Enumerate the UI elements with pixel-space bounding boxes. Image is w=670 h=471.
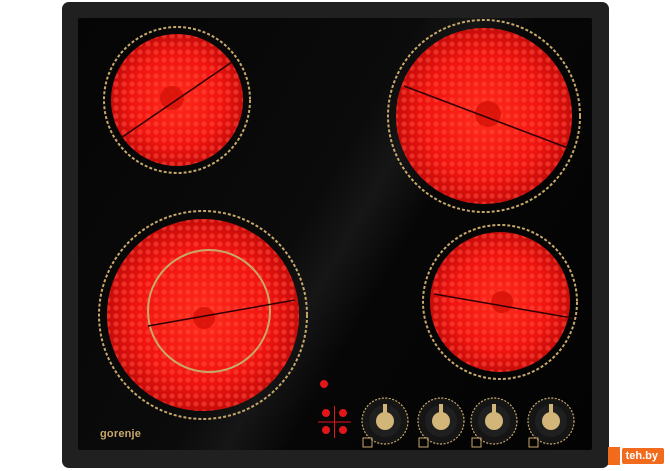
cooking-zone-front-left-dual xyxy=(98,210,308,420)
cooking-zone-front-right xyxy=(422,224,578,380)
rotary-knob-3[interactable] xyxy=(470,397,518,448)
cooking-zone-rear-right xyxy=(387,19,581,213)
rotary-knob-2[interactable] xyxy=(417,397,465,448)
hot-surface-indicator-icon xyxy=(320,380,328,388)
brand-logo: gorenje xyxy=(100,428,142,440)
site-watermark: teh.by xyxy=(607,447,664,465)
four-dot-zone-indicator-icon xyxy=(318,406,351,438)
rotary-knob-1[interactable] xyxy=(361,397,409,448)
watermark-accent xyxy=(607,447,620,465)
cooking-zone-rear-left xyxy=(103,26,251,174)
cooking-zones-layer xyxy=(98,19,581,448)
watermark-text: teh.by xyxy=(621,448,664,464)
rotary-knob-4[interactable] xyxy=(527,397,575,448)
